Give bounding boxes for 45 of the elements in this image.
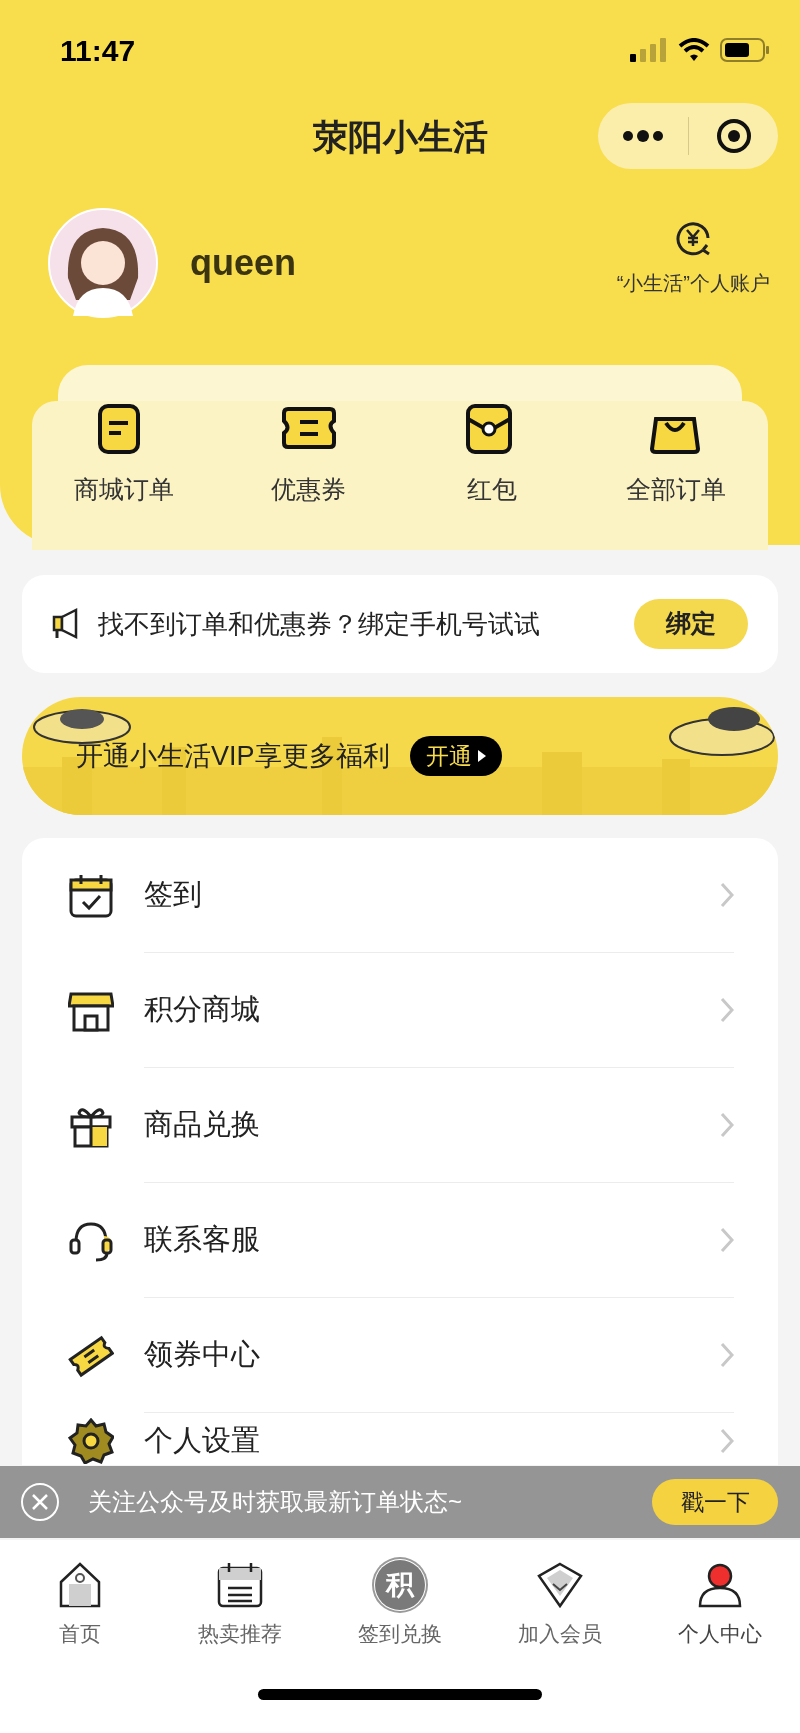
calendar-list-icon [215,1560,265,1610]
battery-icon [720,38,770,62]
account-link[interactable]: “小生活”个人账户 [616,217,770,298]
chevron-right-icon [720,997,734,1023]
tab-item[interactable]: 首页 [0,1560,160,1665]
menu-item[interactable]: 签到 [22,838,778,953]
calendar-icon [68,872,114,919]
gear-icon [68,1418,114,1464]
chevron-right-icon [720,1428,734,1454]
menu-item[interactable]: 联系客服 [22,1183,778,1298]
status-time: 11:47 [60,32,136,69]
order-shortcut[interactable]: 优惠券 [216,401,400,550]
tab-item[interactable]: 热卖推荐 [160,1560,320,1665]
close-mini-program-icon[interactable] [714,117,753,155]
page-title: 荥阳小生活 [312,116,488,159]
play-icon [477,750,486,762]
signal-icon [630,38,668,62]
tab-item[interactable]: 积 签到兑换 [320,1560,480,1665]
chevron-right-icon [720,1342,734,1368]
menu-item[interactable]: 领券中心 [22,1298,778,1413]
points-icon: 积 [375,1560,425,1610]
close-icon[interactable] [20,1482,60,1522]
diamond-icon [535,1560,585,1610]
chevron-right-icon [720,882,734,908]
wifi-icon [678,38,710,62]
bind-button[interactable]: 绑定 [634,599,748,649]
menu-item[interactable]: 积分商城 [22,953,778,1068]
order-shortcut[interactable]: 全部订单 [584,401,768,550]
open-vip-button[interactable]: 开通 [409,736,502,776]
order-shortcut[interactable]: 红包 [400,401,584,550]
follow-text: 关注公众号及时获取最新订单状态~ [88,1487,462,1517]
tab-item[interactable]: 个人中心 [640,1560,800,1665]
vip-banner[interactable]: 开通小生活VIP享更多福利 开通 [22,697,778,815]
tab-item[interactable]: 加入会员 [480,1560,640,1665]
chevron-right-icon [720,1112,734,1138]
more-icon[interactable] [622,130,664,142]
menu-item[interactable]: 商品兑换 [22,1068,778,1183]
follow-button[interactable]: 戳一下 [652,1479,778,1525]
chevron-right-icon [720,1227,734,1253]
order-shortcut[interactable]: 商城订单 [32,401,216,550]
username: queen [190,240,296,285]
menu-item[interactable]: 个人设置 [22,1413,778,1465]
avatar[interactable] [48,207,158,318]
notice-text: 找不到订单和优惠券？绑定手机号试试 [98,607,540,641]
vip-text: 开通小生活VIP享更多福利 [76,739,390,773]
